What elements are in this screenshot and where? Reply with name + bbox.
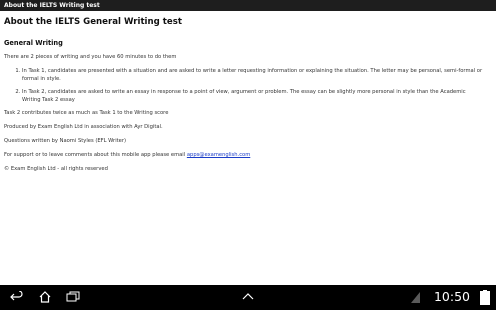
battery-icon (480, 290, 490, 305)
task-list: In Task 1, candidates are presented with… (4, 67, 490, 104)
page-title: About the IELTS General Writing test (4, 17, 182, 27)
section-heading: General Writing (4, 39, 63, 47)
up-arrow-icon[interactable] (241, 291, 255, 303)
support-label: For support or to leave comments about t… (4, 152, 187, 158)
recent-apps-icon[interactable] (66, 291, 80, 303)
produced-by-text: Produced by Exam English Ltd in associat… (4, 124, 163, 130)
questions-by-text: Questions written by Naomi Styles (EFL W… (4, 138, 127, 144)
support-text: For support or to leave comments about t… (4, 151, 490, 159)
task2-note: Task 2 contributes twice as much as Task… (4, 110, 169, 116)
task-item: In Task 2, candidates are asked to write… (22, 88, 484, 104)
task-item: In Task 1, candidates are presented with… (22, 67, 484, 83)
support-email-link[interactable]: apps@examenglish.com (187, 152, 250, 158)
status-clock: 10:50 (433, 289, 470, 304)
copyright-text: © Exam English Ltd - all rights reserved (4, 166, 108, 172)
window-title: About the IELTS Writing test (4, 2, 100, 9)
back-icon[interactable] (10, 291, 24, 303)
content-area: About the IELTS General Writing test Gen… (4, 11, 490, 285)
home-icon[interactable] (38, 291, 52, 303)
window-title-bar: About the IELTS Writing test (0, 0, 496, 11)
system-navigation-bar: 10:50 (0, 285, 496, 310)
signal-icon (411, 292, 420, 303)
intro-text: There are 2 pieces of writing and you ha… (4, 54, 177, 60)
